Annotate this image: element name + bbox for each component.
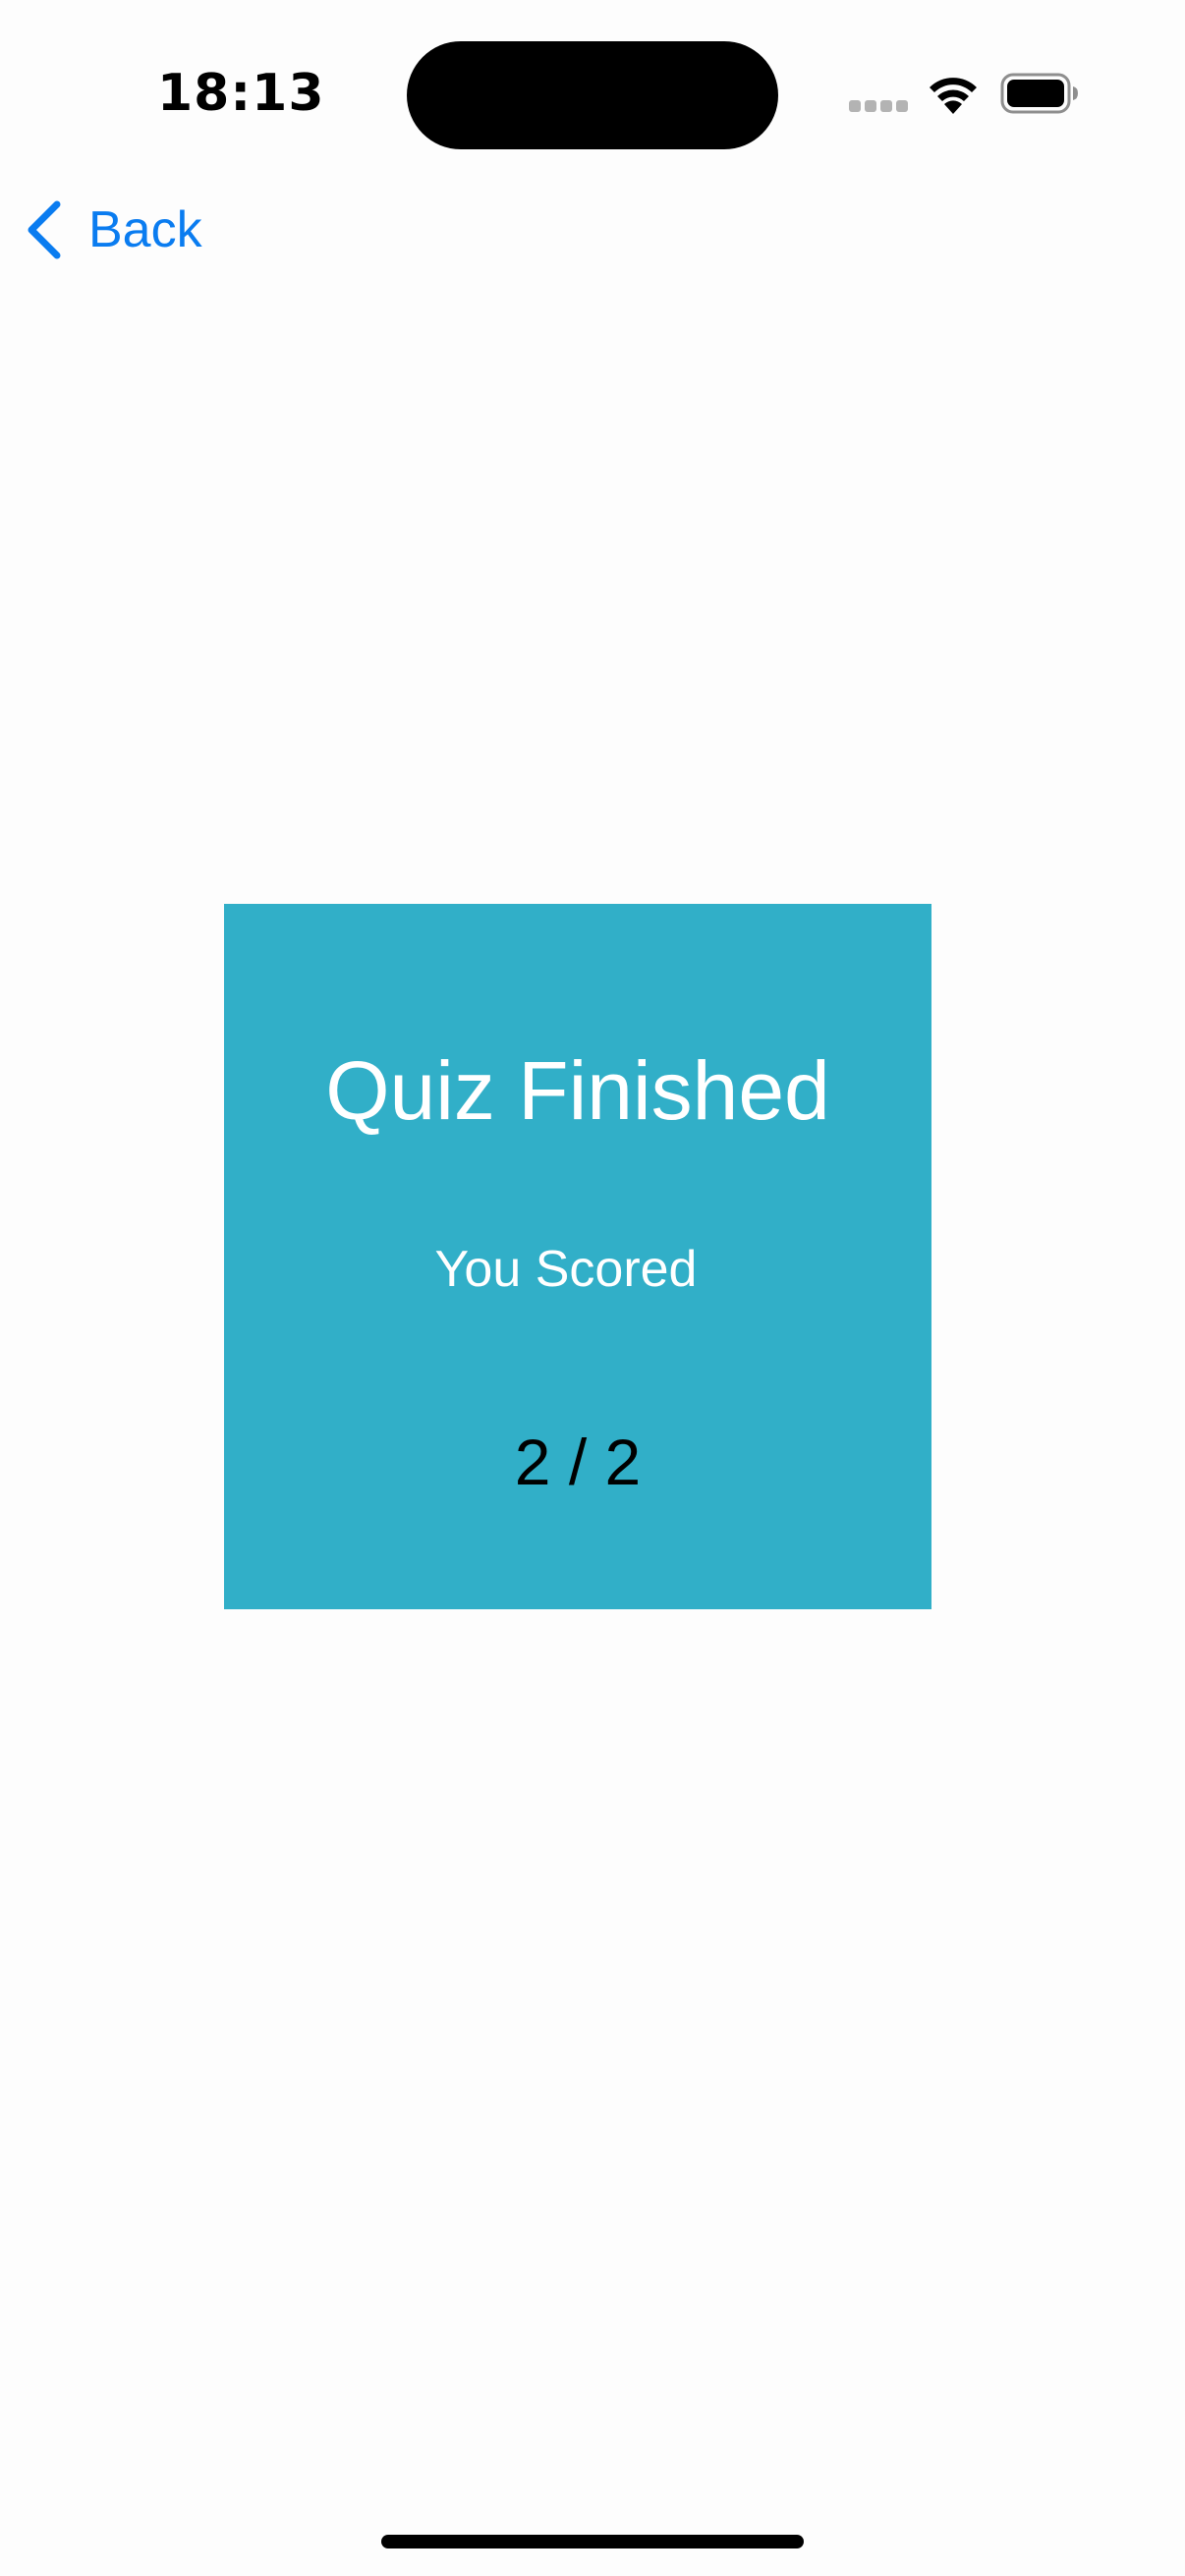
quiz-result-card: Quiz Finished You Scored 2 / 2 [224, 904, 931, 1609]
back-label: Back [88, 201, 202, 258]
status-time: 18:13 [157, 64, 325, 123]
wifi-icon [930, 78, 977, 114]
result-title: Quiz Finished [325, 1044, 830, 1137]
result-subtitle: You Scored [434, 1241, 698, 1298]
back-button[interactable]: Back [24, 195, 202, 265]
result-score: 2 / 2 [514, 1426, 642, 1498]
home-indicator[interactable] [381, 2535, 804, 2548]
dynamic-island [407, 41, 778, 149]
battery-icon [1000, 73, 1078, 114]
chevron-left-icon [28, 200, 61, 259]
cell-signal-icon [849, 100, 908, 114]
